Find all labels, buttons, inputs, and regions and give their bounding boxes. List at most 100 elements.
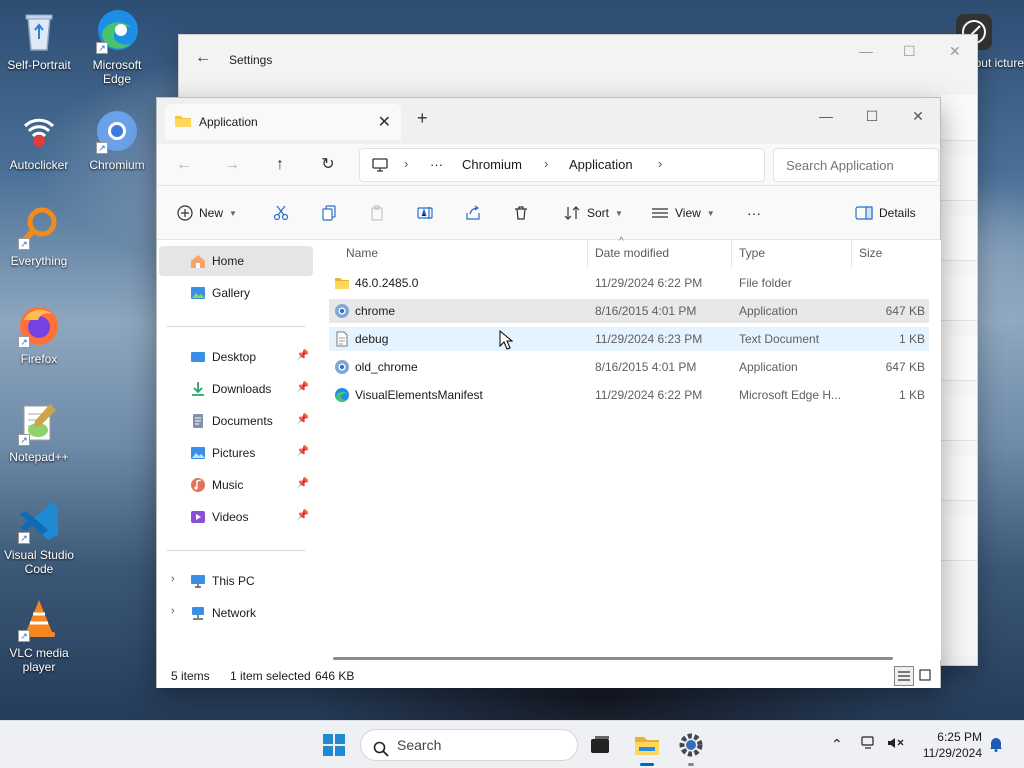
minimize-icon[interactable]: — (803, 102, 849, 130)
chevron-up-icon[interactable]: ⌃ (831, 736, 843, 753)
search-input[interactable] (773, 148, 939, 182)
details-pane-button[interactable]: Details (855, 200, 916, 226)
chevron-down-icon: ▼ (229, 208, 237, 218)
desktop-icon-firefox[interactable]: ↗ Firefox (0, 302, 78, 366)
selection-size: 646 KB (315, 669, 355, 683)
sidebar-item-music[interactable]: Music 📌 (159, 470, 313, 500)
pin-icon[interactable]: 📌 (297, 350, 309, 361)
column-header-date[interactable]: Date modified (595, 246, 669, 260)
sidebar-item-home[interactable]: Home (159, 246, 313, 276)
desktop-icon-self-portrait[interactable]: Self-Portrait (0, 8, 78, 72)
monitor-icon[interactable] (372, 158, 388, 175)
breadcrumb-chromium[interactable]: Chromium (462, 157, 522, 172)
sidebar-item-desktop[interactable]: Desktop 📌 (159, 342, 313, 372)
file-explorer-taskbar-icon[interactable] (629, 727, 665, 766)
sidebar-item-gallery[interactable]: Gallery (159, 278, 313, 308)
horizontal-scrollbar[interactable] (333, 657, 893, 660)
sidebar-item-downloads[interactable]: Downloads 📌 (159, 374, 313, 404)
cut-button[interactable] (273, 200, 289, 226)
volume-muted-icon[interactable] (887, 736, 905, 753)
breadcrumb[interactable]: › ··· Chromium › Application › (359, 148, 765, 182)
file-row-folder-46[interactable]: 46.0.2485.0 11/29/2024 6:22 PM File fold… (329, 271, 929, 295)
pin-icon[interactable]: 📌 (297, 446, 309, 457)
chromium-app-icon (334, 303, 350, 319)
chromium-icon: ↗ (94, 108, 140, 154)
pin-icon[interactable]: 📌 (297, 478, 309, 489)
minimize-icon[interactable]: — (859, 43, 873, 59)
chevron-right-icon: › (544, 156, 549, 171)
close-tab-icon[interactable]: ✕ (378, 112, 391, 132)
videos-icon (190, 509, 206, 525)
sort-button[interactable]: Sort ▼ (563, 200, 623, 226)
rename-button[interactable] (417, 200, 433, 226)
view-button[interactable]: View ▼ (651, 200, 715, 226)
sidebar-item-documents[interactable]: Documents 📌 (159, 406, 313, 436)
close-window-icon[interactable]: ✕ (895, 102, 941, 130)
desktop-icon-vlc[interactable]: ↗ VLC media player (0, 596, 78, 674)
column-header-size[interactable]: Size (859, 246, 882, 260)
desktop-icon-autoclicker[interactable]: Autoclicker (0, 108, 78, 172)
column-header-type[interactable]: Type (739, 246, 765, 260)
start-windows-icon[interactable] (316, 727, 352, 763)
breadcrumb-application[interactable]: Application (569, 157, 633, 172)
notification-bell-icon[interactable] (988, 736, 1004, 755)
desktop-icon-edge[interactable]: ↗ Microsoft Edge (78, 8, 156, 86)
column-separator[interactable] (851, 240, 852, 268)
paste-button[interactable] (369, 200, 385, 226)
maximize-icon[interactable]: ☐ (903, 43, 916, 60)
file-row-debug[interactable]: debug 11/29/2024 6:23 PM Text Document 1… (329, 327, 929, 351)
shortcut-arrow-icon: ↗ (18, 532, 30, 544)
taskbar-search[interactable]: Search (360, 729, 578, 761)
shortcut-arrow-icon: ↗ (96, 42, 108, 54)
sidebar-item-videos[interactable]: Videos 📌 (159, 502, 313, 532)
new-button[interactable]: New ▼ (177, 200, 237, 226)
autoclicker-icon (16, 108, 62, 154)
search-icon (373, 737, 389, 767)
network-tray-icon[interactable] (861, 736, 877, 753)
pin-icon[interactable]: 📌 (297, 382, 309, 393)
forward-icon[interactable]: → (217, 150, 247, 180)
copy-button[interactable] (321, 200, 337, 226)
scissors-icon (273, 205, 289, 221)
file-row-visual-elements-manifest[interactable]: VisualElementsManifest 11/29/2024 6:22 P… (329, 383, 929, 407)
task-view-icon[interactable] (582, 727, 618, 763)
item-count: 5 items (171, 669, 210, 683)
pin-icon[interactable]: 📌 (297, 414, 309, 425)
settings-gear-icon[interactable] (673, 727, 709, 766)
desktop-icon-notepadpp[interactable]: ↗ Notepad++ (0, 400, 78, 464)
maximize-icon[interactable]: ☐ (849, 102, 895, 130)
pin-icon[interactable]: 📌 (297, 510, 309, 521)
column-header-name[interactable]: Name (346, 246, 378, 260)
tab-application[interactable]: Application ✕ (165, 104, 401, 140)
details-view-icon[interactable] (894, 666, 914, 686)
back-icon[interactable]: ← (169, 150, 199, 180)
plus-circle-icon (177, 205, 193, 221)
shortcut-arrow-icon: ↗ (18, 630, 30, 642)
new-tab-icon[interactable]: + (417, 108, 428, 129)
back-arrow-icon[interactable]: ← (195, 49, 211, 67)
file-explorer-window[interactable]: Application ✕ + — ☐ ✕ ← → ↑ ↻ › ··· Chro… (156, 97, 941, 688)
desktop-icon-chromium[interactable]: ↗ Chromium (78, 108, 156, 172)
sidebar-item-pictures[interactable]: Pictures 📌 (159, 438, 313, 468)
share-button[interactable] (465, 200, 481, 226)
up-arrow-icon[interactable]: ↑ (265, 150, 295, 180)
gallery-icon (190, 285, 206, 301)
desktop-icon-everything[interactable]: ↗ Everything (0, 204, 78, 268)
clock[interactable]: 6:25 PM 11/29/2024 (923, 729, 982, 761)
refresh-icon[interactable]: ↻ (313, 150, 343, 180)
sidebar-item-network[interactable]: › Network (159, 598, 313, 628)
desktop-icon-vscode[interactable]: ↗ Visual Studio Code (0, 498, 78, 576)
more-options-button[interactable]: ··· (747, 200, 761, 226)
sidebar-item-this-pc[interactable]: › This PC (159, 566, 313, 596)
file-row-chrome[interactable]: chrome 8/16/2015 4:01 PM Application 647… (329, 299, 929, 323)
column-separator[interactable] (587, 240, 588, 268)
column-separator[interactable] (731, 240, 732, 268)
vlc-cone-icon: ↗ (16, 596, 62, 642)
breadcrumb-ellipsis[interactable]: ··· (430, 157, 443, 172)
close-icon[interactable]: ✕ (949, 43, 961, 60)
chevron-right-icon[interactable]: › (171, 605, 175, 617)
chevron-right-icon[interactable]: › (171, 573, 175, 585)
tiles-view-icon[interactable] (916, 666, 936, 686)
file-row-old-chrome[interactable]: old_chrome 8/16/2015 4:01 PM Application… (329, 355, 929, 379)
delete-button[interactable] (513, 200, 529, 226)
